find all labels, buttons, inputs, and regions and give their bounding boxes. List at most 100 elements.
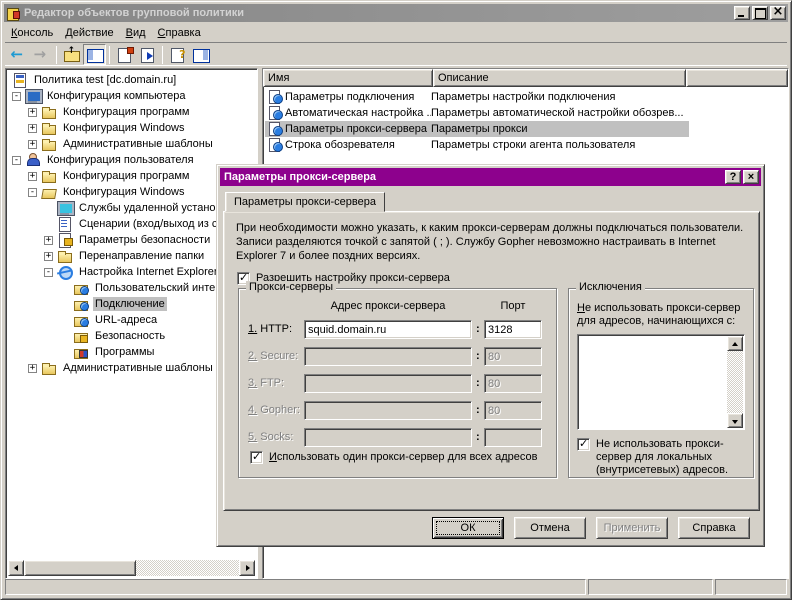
help-dialog-button[interactable]: Справка [678, 517, 750, 539]
up-one-level-button[interactable] [60, 44, 83, 65]
back-button[interactable] [7, 44, 30, 65]
menu-deystvie[interactable]: Действие [59, 25, 119, 41]
ie-setting-icon [267, 106, 283, 120]
list-item-user-agent[interactable]: Строка обозревателя Параметры строки аген… [265, 137, 786, 153]
tree-item-policy-root[interactable]: Политика test [dc.domain.ru] [8, 72, 255, 88]
expand-icon[interactable] [44, 251, 53, 261]
help-button[interactable] [166, 44, 189, 65]
dialog-tab-strip: Параметры прокси-сервера [225, 192, 385, 212]
column-header-empty[interactable] [686, 69, 788, 87]
menu-vid[interactable]: Вид [120, 25, 152, 41]
tab-page: При необходимости можно указать, к каким… [223, 211, 760, 511]
checkbox-checked-icon[interactable] [250, 450, 263, 464]
tree-horizontal-scrollbar[interactable] [8, 560, 255, 576]
minimize-button[interactable] [734, 6, 750, 20]
maximize-button[interactable] [752, 6, 768, 20]
collapse-icon[interactable] [28, 187, 37, 197]
folder-icon [41, 105, 57, 119]
address-column-header: Адрес прокси-сервера [330, 300, 446, 312]
gopher-label: 4. Gopher: [248, 404, 300, 416]
expand-icon[interactable] [28, 107, 37, 117]
socks-address-input [304, 428, 472, 447]
secure-address-input [304, 347, 472, 366]
ftp-port-input [484, 374, 542, 393]
gpo-root-icon [12, 73, 28, 88]
help-icon [169, 47, 187, 63]
list-item-auto-config[interactable]: Автоматическая настройка ... Параметры ав… [265, 105, 786, 121]
tree-item-windows-settings[interactable]: Конфигурация Windows [8, 120, 255, 136]
collapse-icon[interactable] [44, 267, 53, 277]
scroll-right-button[interactable] [239, 560, 255, 576]
expand-icon[interactable] [28, 139, 37, 149]
dialog-title: Параметры прокси-сервера [224, 171, 377, 183]
properties-button[interactable] [113, 44, 136, 65]
tree-item-software-settings[interactable]: Конфигурация программ [8, 104, 255, 120]
gopher-port-input [484, 401, 542, 420]
scripts-icon [57, 217, 73, 232]
tab-proxy-settings[interactable]: Параметры прокси-сервера [225, 192, 385, 212]
dialog-titlebar: Параметры прокси-сервера ? × [220, 168, 761, 186]
colon-separator: : [476, 323, 480, 335]
export-list-icon [139, 47, 157, 63]
cancel-button[interactable]: Отмена [514, 517, 586, 539]
colon-separator: : [476, 350, 480, 362]
single-proxy-checkbox-row[interactable]: Использовать один прокси-сервер для всех… [250, 450, 550, 464]
forward-icon [33, 46, 51, 63]
proxy-row-secure: 2. Secure: : [238, 347, 557, 366]
collapse-icon[interactable] [12, 155, 21, 165]
expand-icon[interactable] [44, 235, 53, 245]
column-header-description[interactable]: Описание [433, 69, 686, 87]
forward-button[interactable] [30, 44, 53, 65]
tree-item-admin-templates[interactable]: Административные шаблоны [8, 136, 255, 152]
menu-spravka[interactable]: Справка [152, 25, 207, 41]
local-addresses-checkbox-row[interactable]: Не использовать прокси-сервер для локаль… [577, 437, 749, 477]
proxy-row-socks: 5. Socks: : [238, 428, 557, 447]
local-addresses-label: Не использовать прокси-сервер для локаль… [596, 438, 729, 476]
exceptions-scrollbar[interactable] [727, 336, 743, 428]
export-list-button[interactable] [136, 44, 159, 65]
exceptions-textarea[interactable] [579, 336, 727, 428]
exceptions-list-box [577, 334, 745, 430]
expand-icon[interactable] [28, 363, 37, 373]
dialog-close-button[interactable]: × [743, 170, 759, 184]
http-port-input[interactable] [484, 320, 542, 339]
proxy-servers-group-title: Прокси-серверы [246, 281, 336, 293]
dialog-button-row: ОК Отмена Применить Справка [217, 517, 750, 539]
show-hide-console-tree-icon [86, 47, 104, 63]
secure-label: 2. Secure: [248, 350, 299, 362]
collapse-icon[interactable] [12, 91, 21, 101]
folder-icon [57, 249, 73, 263]
scrollbar-thumb[interactable] [24, 560, 136, 576]
secure-port-input [484, 347, 542, 366]
arrow-left-icon [11, 565, 18, 571]
status-pane [5, 579, 586, 595]
show-hide-console-tree-button[interactable] [83, 44, 106, 65]
status-pane [588, 579, 713, 595]
expand-icon[interactable] [28, 123, 37, 133]
dialog-description: При необходимости можно указать, к каким… [236, 222, 744, 262]
scrollbar-track[interactable] [24, 560, 239, 576]
list-item-proxy-settings[interactable]: Параметры прокси-сервера Параметры прокси [265, 121, 786, 137]
dialog-help-button[interactable]: ? [725, 170, 741, 184]
tree-item-computer-config[interactable]: Конфигурация компьютера [8, 88, 255, 104]
column-header-name[interactable]: Имя [263, 69, 433, 87]
checkbox-checked-icon[interactable] [577, 437, 590, 451]
http-label: 1. HTTP: [248, 323, 293, 335]
expand-icon[interactable] [28, 171, 37, 181]
scroll-down-button[interactable] [727, 413, 743, 428]
folder-app-icon [73, 345, 89, 359]
toolbar-separator [162, 45, 163, 64]
list-item-connection-settings[interactable]: Параметры подключения Параметры настройки… [265, 89, 786, 105]
folder-open-icon [41, 185, 57, 199]
apply-button: Применить [596, 517, 668, 539]
show-hide-panel-button[interactable] [189, 44, 212, 65]
security-settings-icon [57, 233, 73, 248]
menu-konsol[interactable]: Консоль [5, 25, 59, 41]
ok-button[interactable]: ОК [432, 517, 504, 539]
close-button[interactable] [770, 5, 786, 20]
ie-setting-icon [267, 138, 283, 152]
scroll-up-button[interactable] [727, 336, 743, 351]
scroll-left-button[interactable] [8, 560, 24, 576]
http-address-input[interactable] [304, 320, 472, 339]
main-window: Редактор объектов групповой политики Кон… [0, 0, 792, 600]
